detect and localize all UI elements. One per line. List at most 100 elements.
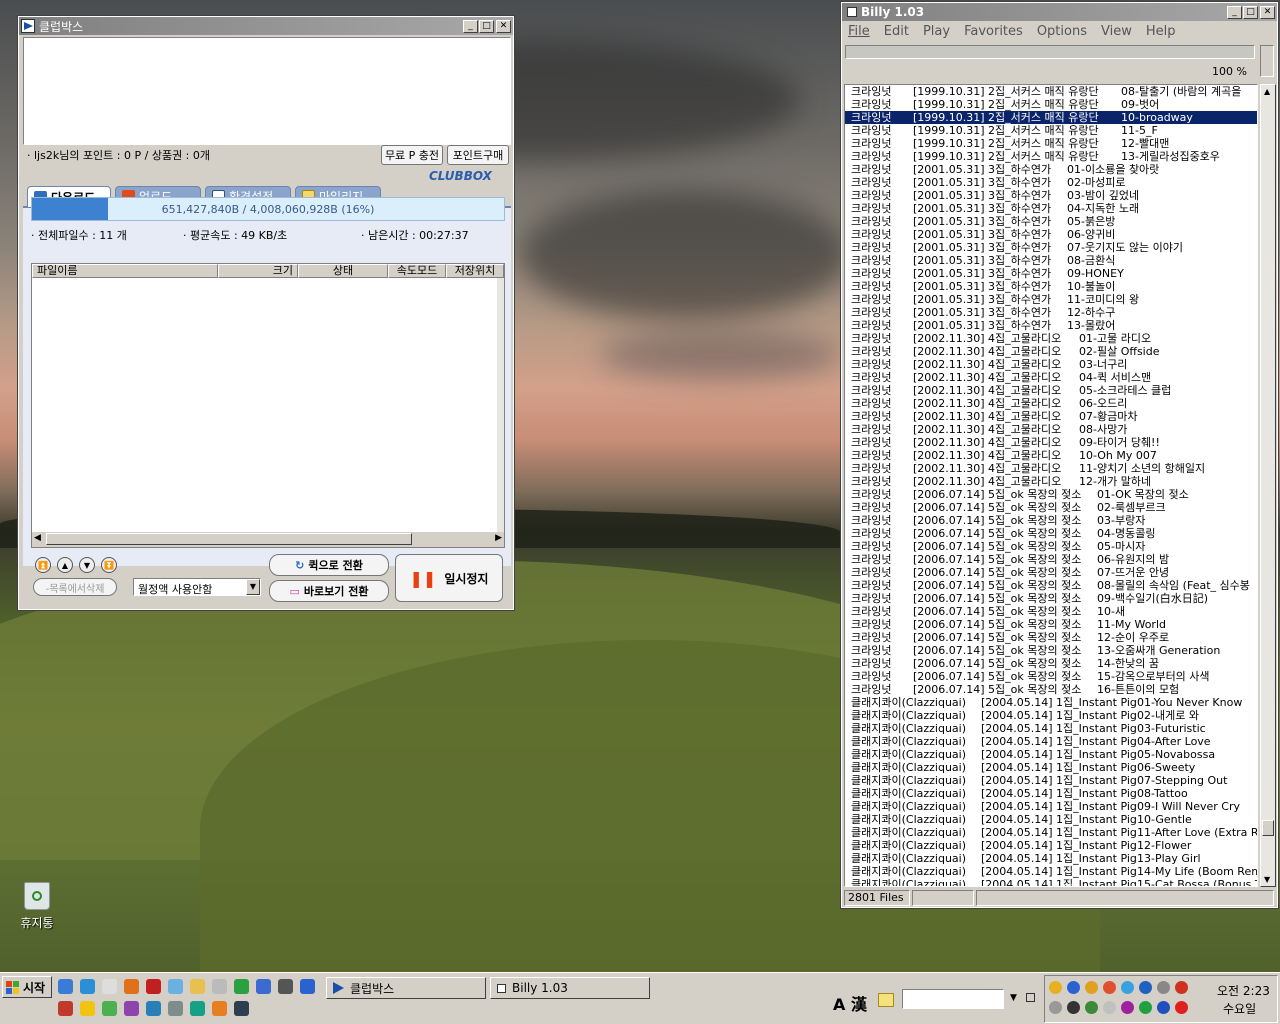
playlist-row[interactable]: 크라잉넛 [2006.07.14] 5집_ok 목장의 젖소 05-마시자: [845, 540, 1257, 553]
playlist-row[interactable]: 크라잉넛 [2002.11.30] 4집_고물라디오 06-오드리: [845, 397, 1257, 410]
seek-bar[interactable]: [845, 45, 1255, 59]
playlist-row[interactable]: 클래지콰이(Clazziquai) [2004.05.14] 1집_Instant…: [845, 748, 1257, 761]
billy-titlebar[interactable]: Billy 1.03 _ □ ✕: [842, 3, 1277, 21]
address-input[interactable]: [902, 989, 1004, 1009]
vscroll-up-arrow[interactable]: ▲: [1264, 87, 1270, 96]
ie-icon[interactable]: [58, 979, 73, 994]
address-go-icon[interactable]: [1026, 993, 1035, 1002]
globe-icon[interactable]: [1121, 981, 1134, 994]
dropdown-arrow-icon[interactable]: ▼: [246, 579, 260, 595]
remove-from-list-button[interactable]: -목록에서삭제: [33, 578, 117, 596]
messenger-icon[interactable]: [1049, 981, 1062, 994]
menu-options[interactable]: Options: [1037, 24, 1087, 42]
playlist-row[interactable]: 크라잉넛 [2006.07.14] 5집_ok 목장의 젖소 04-명동콜링: [845, 527, 1257, 540]
billy-maximize-button[interactable]: □: [1243, 5, 1258, 19]
camera-icon[interactable]: [278, 979, 293, 994]
vscroll-thumb[interactable]: [1262, 820, 1274, 836]
playlist-row[interactable]: 클래지콰이(Clazziquai) [2004.05.14] 1집_Instant…: [845, 696, 1257, 709]
calc-icon[interactable]: [168, 1001, 183, 1016]
column-save-location[interactable]: 저장위치: [446, 264, 504, 278]
playlist-row[interactable]: 크라잉넛 [1999.10.31] 2집_서커스 매직 유랑단 12-빨대맨: [845, 137, 1257, 150]
desktop-icon[interactable]: [300, 979, 315, 994]
playlist-row[interactable]: 크라잉넛 [2006.07.14] 5집_ok 목장의 젖소 09-백수일기(白水日…: [845, 592, 1257, 605]
chat-icon[interactable]: [1121, 1001, 1134, 1014]
playlist-row[interactable]: 크라잉넛 [2002.11.30] 4집_고물라디오 05-소크라테스 클럽: [845, 384, 1257, 397]
ime-indicator[interactable]: A 漢: [833, 991, 867, 1015]
menu-view[interactable]: View: [1101, 24, 1132, 42]
clock-day[interactable]: 수요일: [1223, 1000, 1256, 1017]
playlist-row[interactable]: 크라잉넛 [2001.05.31] 3집_하수연가 04-지독한 노래: [845, 202, 1257, 215]
network-tray-icon[interactable]: [1049, 1001, 1062, 1014]
menu-help[interactable]: Help: [1146, 24, 1176, 42]
playlist-row[interactable]: 크라잉넛 [2006.07.14] 5집_ok 목장의 젖소 06-유원지의 밤: [845, 553, 1257, 566]
playlist-row[interactable]: 크라잉넛 [2006.07.14] 5집_ok 목장의 젖소 15-감옥으로부터의 …: [845, 670, 1257, 683]
playlist-row[interactable]: 클래지콰이(Clazziquai) [2004.05.14] 1집_Instant…: [845, 800, 1257, 813]
address-dropdown-icon[interactable]: ▼: [1010, 993, 1017, 1003]
playlist-vscroll[interactable]: ▲ ▼: [1260, 84, 1276, 887]
google-icon[interactable]: [102, 979, 117, 994]
playlist-row[interactable]: 크라잉넛 [2006.07.14] 5집_ok 목장의 젖소 01-OK 목장의 젖…: [845, 488, 1257, 501]
column-status[interactable]: 상태: [298, 264, 388, 278]
star-icon[interactable]: [80, 1001, 95, 1016]
playlist-row[interactable]: 크라잉넛 [2001.05.31] 3집_하수연가 06-양귀비: [845, 228, 1257, 241]
playlist-row[interactable]: 클래지콰이(Clazziquai) [2004.05.14] 1집_Instant…: [845, 813, 1257, 826]
move-bottom-button[interactable]: ⏬: [101, 557, 117, 573]
clock-tray-icon[interactable]: [1085, 981, 1098, 994]
billy-close-button[interactable]: ✕: [1260, 5, 1275, 19]
column-filename[interactable]: 파일이름: [32, 264, 218, 278]
volume-slider[interactable]: [1260, 45, 1274, 77]
playlist-row[interactable]: 크라잉넛 [2006.07.14] 5집_ok 목장의 젖소 11-My World: [845, 618, 1257, 631]
zip-icon[interactable]: [190, 1001, 205, 1016]
menu-edit[interactable]: Edit: [884, 24, 909, 42]
info-icon[interactable]: [1139, 981, 1152, 994]
playlist[interactable]: 크라잉넛 [1999.10.31] 2집_서커스 매직 유랑단 08-탈출기 (바람…: [844, 84, 1258, 887]
buy-points-button[interactable]: 포인트구매: [447, 145, 509, 165]
move-down-button[interactable]: ▼: [79, 557, 95, 573]
playlist-row[interactable]: 크라잉넛 [1999.10.31] 2집_서커스 매직 유랑단 10-broadwa…: [845, 111, 1257, 124]
playlist-row[interactable]: 크라잉넛 [1999.10.31] 2집_서커스 매직 유랑단 09-벗어: [845, 98, 1257, 111]
playlist-row[interactable]: 크라잉넛 [2006.07.14] 5집_ok 목장의 젖소 08-몰릴의 속삭임 …: [845, 579, 1257, 592]
playlist-row[interactable]: 크라잉넛 [2006.07.14] 5집_ok 목장의 젖소 13-오줌싸개 Gen…: [845, 644, 1257, 657]
playlist-row[interactable]: 크라잉넛 [2001.05.31] 3집_하수연가 07-웃기지도 않는 이야기: [845, 241, 1257, 254]
playlist-row[interactable]: 크라잉넛 [2001.05.31] 3집_하수연가 09-HONEY: [845, 267, 1257, 280]
plan-select[interactable]: 월정액 사용안함 ▼: [133, 578, 261, 596]
playlist-row[interactable]: 크라잉넛 [2002.11.30] 4집_고물라디오 07-황금마차: [845, 410, 1257, 423]
direct-view-button[interactable]: ▭ 바로보기 전환: [269, 580, 389, 602]
playlist-row[interactable]: 크라잉넛 [2001.05.31] 3집_하수연가 13-몰랐어: [845, 319, 1257, 332]
key-icon[interactable]: [58, 1001, 73, 1016]
free-charge-button[interactable]: 무료 P 충전: [381, 145, 443, 165]
playlist-row[interactable]: 클래지콰이(Clazziquai) [2004.05.14] 1집_Instant…: [845, 878, 1257, 886]
playlist-row[interactable]: 클래지콰이(Clazziquai) [2004.05.14] 1집_Instant…: [845, 826, 1257, 839]
drive-icon[interactable]: [1103, 1001, 1116, 1014]
menu-play[interactable]: Play: [923, 24, 950, 42]
column-speed-mode[interactable]: 속도모드: [388, 264, 446, 278]
file-list-hscroll[interactable]: ◀ ▶: [32, 532, 504, 547]
hscroll-left-arrow[interactable]: ◀: [34, 533, 41, 543]
playlist-row[interactable]: 크라잉넛 [2002.11.30] 4집_고물라디오 10-Oh My 007: [845, 449, 1257, 462]
column-size[interactable]: 크기: [218, 264, 298, 278]
playlist-row[interactable]: 크라잉넛 [2002.11.30] 4집_고물라디오 08-사망가: [845, 423, 1257, 436]
close-button[interactable]: ✕: [496, 19, 511, 33]
update-icon[interactable]: [1157, 981, 1170, 994]
excel-icon[interactable]: [234, 1001, 249, 1016]
playlist-row[interactable]: 크라잉넛 [1999.10.31] 2집_서커스 매직 유랑단 08-탈출기 (바람…: [845, 85, 1257, 98]
playlist-row[interactable]: 크라잉넛 [1999.10.31] 2집_서커스 매직 유랑단 13-게릴라성집중호…: [845, 150, 1257, 163]
chart-icon[interactable]: [102, 1001, 117, 1016]
playlist-row[interactable]: 클래지콰이(Clazziquai) [2004.05.14] 1집_Instant…: [845, 839, 1257, 852]
folder-icon[interactable]: [190, 979, 205, 994]
playlist-row[interactable]: 크라잉넛 [2002.11.30] 4집_고물라디오 11-양치기 소년의 항해일지: [845, 462, 1257, 475]
playlist-row[interactable]: 크라잉넛 [2002.11.30] 4집_고물라디오 12-개가 말하네: [845, 475, 1257, 488]
task-clubbox[interactable]: 클럽박스: [326, 977, 486, 999]
playlist-row[interactable]: 크라잉넛 [2002.11.30] 4집_고물라디오 09-타이거 당췌!!: [845, 436, 1257, 449]
playlist-row[interactable]: 크라잉넛 [2002.11.30] 4집_고물라디오 02-필살 Offside: [845, 345, 1257, 358]
playlist-row[interactable]: 크라잉넛 [2001.05.31] 3집_하수연가 03-밤이 깊었네: [845, 189, 1257, 202]
playlist-row[interactable]: 크라잉넛 [2001.05.31] 3집_하수연가 12-하수구: [845, 306, 1257, 319]
playlist-row[interactable]: 클래지콰이(Clazziquai) [2004.05.14] 1집_Instant…: [845, 865, 1257, 878]
playlist-row[interactable]: 클래지콰이(Clazziquai) [2004.05.14] 1집_Instant…: [845, 709, 1257, 722]
arrow-icon[interactable]: [1067, 981, 1080, 994]
recycle-bin[interactable]: 휴지통: [14, 882, 60, 931]
move-up-button[interactable]: ▲: [57, 557, 73, 573]
playlist-row[interactable]: 크라잉넛 [2001.05.31] 3집_하수연가 01-이소룡을 찾아랏: [845, 163, 1257, 176]
move-top-button[interactable]: ⏫: [35, 557, 51, 573]
vscroll-down-arrow[interactable]: ▼: [1264, 875, 1270, 884]
